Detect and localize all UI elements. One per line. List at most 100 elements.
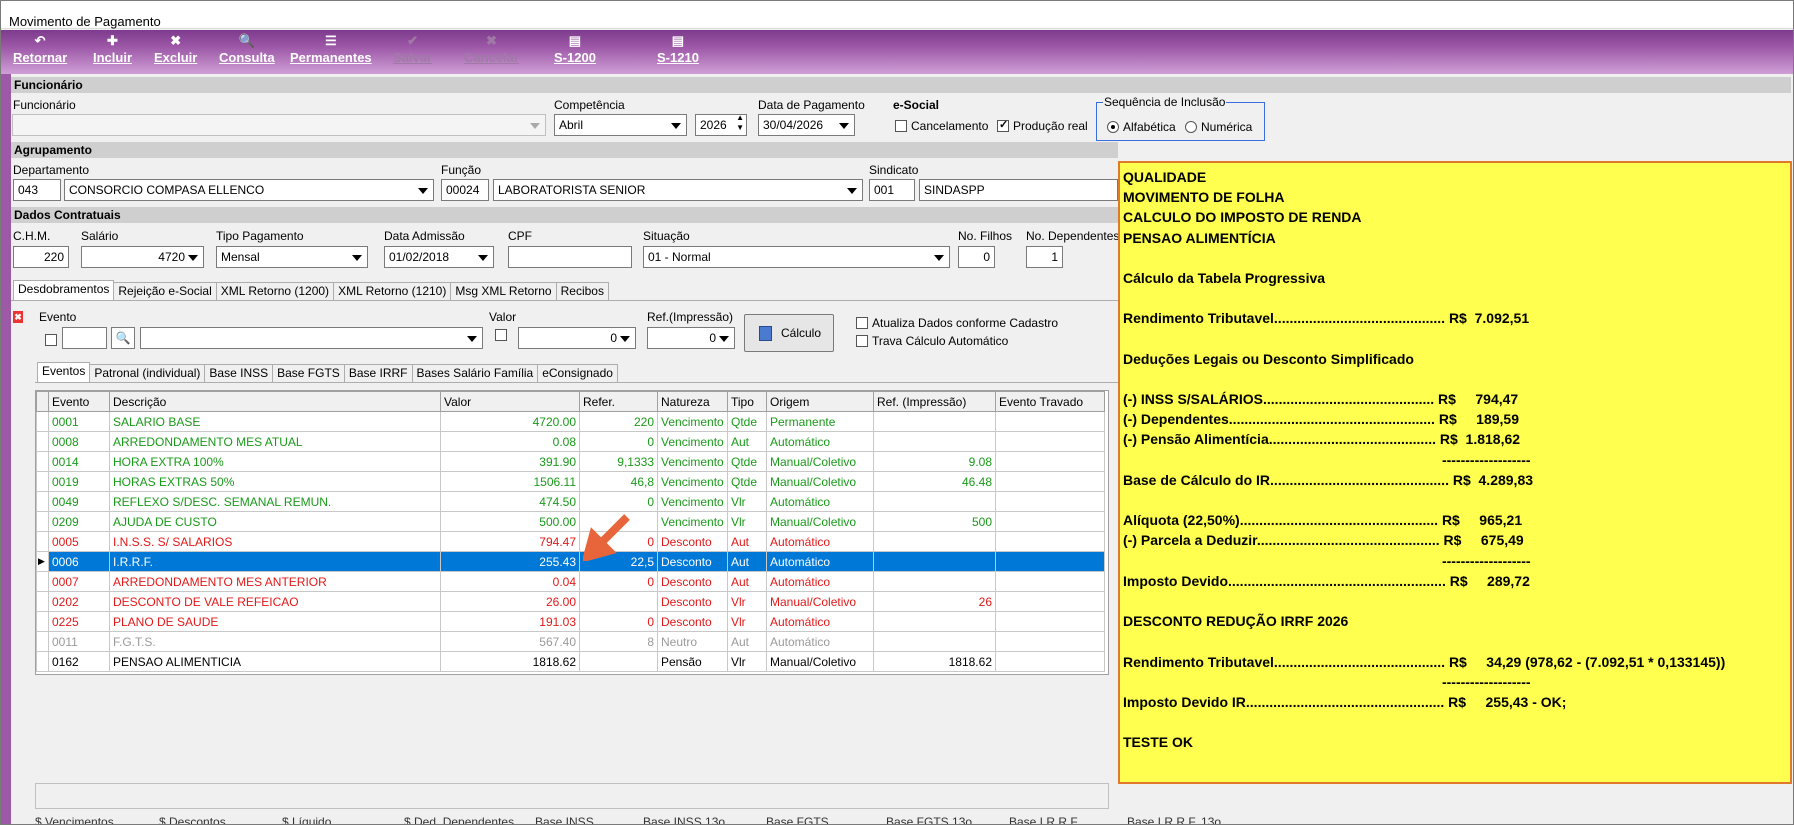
atualiza-dados-checkbox[interactable]	[856, 317, 868, 329]
column-header[interactable]: Origem	[766, 391, 874, 412]
table-row[interactable]: 0014 HORA EXTRA 100% 391.90 9,1333 Venciment…	[36, 451, 1105, 472]
note-line	[1123, 712, 1787, 732]
toolbar-button-6[interactable]: ✖ Cancelar	[464, 34, 519, 66]
column-header[interactable]: Descrição	[109, 391, 441, 412]
main-tab-3[interactable]: XML Retorno (1210)	[333, 282, 452, 300]
dependentes-input[interactable]: 1	[1026, 246, 1063, 268]
toolbar-button-label: Retornar	[13, 50, 68, 65]
funcionario-select[interactable]	[12, 114, 546, 136]
numerica-radio[interactable]	[1185, 121, 1197, 133]
toolbar-button-2[interactable]: ✖ Excluir	[154, 34, 197, 66]
funcao-code-input[interactable]: 00024	[441, 179, 489, 201]
calculo-button[interactable]: Cálculo	[744, 314, 834, 352]
funcao-select[interactable]: LABORATORISTA SENIOR	[493, 179, 863, 201]
delete-small-icon[interactable]: ✖	[13, 311, 23, 323]
departamento-select[interactable]: CONSORCIO COMPASA ELLENCO	[64, 179, 434, 201]
toolbar-button-0[interactable]: ↶ Retornar	[13, 33, 68, 66]
producao-real-checkbox[interactable]	[997, 118, 1009, 132]
note-line: TESTE OK	[1123, 734, 1194, 751]
column-header[interactable]: Refer.	[579, 391, 658, 412]
table-cell: Vencimento	[657, 431, 728, 452]
sub-tab-2[interactable]: Base INSS	[204, 364, 274, 382]
data-pagamento-picker[interactable]: 30/04/2026	[758, 114, 855, 136]
back-arrow-icon: ↶	[34, 33, 46, 48]
cancelamento-checkbox[interactable]	[895, 120, 907, 132]
table-row[interactable]: 0001 SALARIO BASE 4720.00 220 Vencimento Qtde…	[36, 411, 1105, 432]
table-row[interactable]: 0011 F.G.T.S. 567.40 8 Neutro Aut Automático	[36, 631, 1105, 652]
toolbar-button-3[interactable]: 🔍 Consulta	[219, 34, 275, 66]
table-cell	[995, 411, 1105, 432]
sindicato-name-input[interactable]: SINDASPP	[919, 179, 1118, 201]
row-indicator	[36, 591, 49, 612]
table-row[interactable]: 0005 I.N.S.S. S/ SALARIOS 794.47 0 Desconto A…	[36, 531, 1105, 552]
note-line: CALCULO DO IMPOSTO DE RENDA	[1123, 209, 1362, 226]
sub-tab-6[interactable]: eConsignado	[537, 364, 618, 382]
column-header[interactable]: Evento Travado	[995, 391, 1105, 412]
toolbar-button-7[interactable]: ▤ S-1200	[554, 34, 596, 66]
column-header[interactable]: Ref. (Impressão)	[873, 391, 996, 412]
column-header[interactable]: Natureza	[657, 391, 728, 412]
column-header[interactable]: Tipo	[727, 391, 767, 412]
funcao-label: Função	[441, 163, 482, 177]
table-row[interactable]: 0019 HORAS EXTRAS 50% 1506.11 46,8 Venciment…	[36, 471, 1105, 492]
toolbar-button-8[interactable]: ▤ S-1210	[657, 34, 699, 66]
main-tab-5[interactable]: Recibos	[555, 282, 609, 300]
table-row[interactable]: 0007 ARREDONDAMENTO MES ANTERIOR 0.04 0 Desc…	[36, 571, 1105, 592]
main-tab-0[interactable]: Desdobramentos	[13, 280, 115, 300]
table-cell: 794.47	[440, 531, 580, 552]
filhos-input[interactable]: 0	[958, 246, 995, 268]
sequencia-label: Sequência de Inclusão	[1103, 95, 1227, 109]
table-cell: Vlr	[727, 491, 767, 512]
ref-impressao-input[interactable]: 0	[647, 327, 735, 349]
sub-tab-1[interactable]: Patronal (individual)	[89, 364, 206, 382]
sub-tab-5[interactable]: Bases Salário Família	[411, 364, 539, 382]
table-row[interactable]: 0225 PLANO DE SAUDE 191.03 0 Desconto Vlr Auto…	[36, 611, 1105, 632]
table-row[interactable]: 0049 REFLEXO S/DESC. SEMANAL REMUN. 474.50…	[36, 491, 1105, 512]
column-header[interactable]: Valor	[440, 391, 580, 412]
table-cell: 0	[579, 571, 658, 592]
evento-search-icon[interactable]: 🔍	[111, 327, 135, 349]
spinner-arrows-icon[interactable]: ▲ ▼	[736, 115, 744, 133]
valor-input[interactable]: 0	[518, 327, 636, 349]
table-cell: 1506.11	[440, 471, 580, 492]
evento-code-input[interactable]	[62, 327, 107, 349]
salario-input[interactable]: 4720	[81, 246, 204, 268]
evento-select[interactable]	[140, 327, 483, 349]
note-line: MOVIMENTO DE FOLHA	[1123, 189, 1285, 206]
ano-spinner[interactable]: 2026 ▲ ▼	[695, 114, 747, 136]
evento-label: Evento	[39, 310, 77, 324]
situacao-select[interactable]: 01 - Normal	[643, 246, 950, 268]
data-admissao-picker[interactable]: 01/02/2018	[384, 246, 494, 268]
table-row[interactable]: 0202 DESCONTO DE VALE REFEICAO 26.00 Descon…	[36, 591, 1105, 612]
table-cell	[995, 471, 1105, 492]
sub-tab-4[interactable]: Base IRRF	[343, 364, 413, 382]
main-tab-4[interactable]: Msg XML Retorno	[450, 282, 557, 300]
table-cell	[995, 611, 1105, 632]
toolbar-button-4[interactable]: ☰ Permanentes	[290, 34, 372, 66]
toolbar-button-1[interactable]: ✚ Incluir	[93, 34, 132, 66]
cpf-input[interactable]	[508, 246, 632, 268]
mes-select[interactable]: Abril	[554, 114, 687, 136]
note-line: Base de Cálculo do IR...................…	[1123, 471, 1534, 488]
chm-input[interactable]: 220	[13, 246, 69, 268]
table-row[interactable]: ▶ 0006 I.R.R.F. 255.43 22,5 Desconto Aut Automá…	[36, 551, 1105, 572]
table-row[interactable]: 0162 PENSAO ALIMENTICIA 1818.62 Pensão Vlr Ma…	[36, 651, 1105, 672]
alfabetica-radio[interactable]	[1107, 121, 1119, 133]
row-indicator	[36, 451, 49, 472]
toolbar-button-5[interactable]: ✔ Salvar	[393, 34, 432, 66]
table-row[interactable]: 0209 AJUDA DE CUSTO 500.00 Vencimento Vlr Man…	[36, 511, 1105, 532]
sub-tab-3[interactable]: Base FGTS	[272, 364, 345, 382]
sindicato-code-input[interactable]: 001	[869, 179, 915, 201]
column-header[interactable]: Evento	[48, 391, 110, 412]
valor-checkbox[interactable]	[495, 329, 507, 341]
table-cell	[995, 631, 1105, 652]
table-row[interactable]: 0008 ARREDONDAMENTO MES ATUAL 0.08 0 Vencime…	[36, 431, 1105, 452]
sub-tab-0[interactable]: Eventos	[37, 362, 91, 382]
main-tab-1[interactable]: Rejeição e-Social	[113, 282, 217, 300]
main-tab-2[interactable]: XML Retorno (1200)	[215, 282, 335, 300]
tipo-pagamento-select[interactable]: Mensal	[216, 246, 368, 268]
trava-calculo-checkbox[interactable]	[856, 335, 868, 347]
departamento-code-input[interactable]: 043	[13, 179, 61, 201]
annotation-arrow-icon	[581, 511, 633, 563]
evento-checkbox[interactable]	[45, 334, 57, 346]
